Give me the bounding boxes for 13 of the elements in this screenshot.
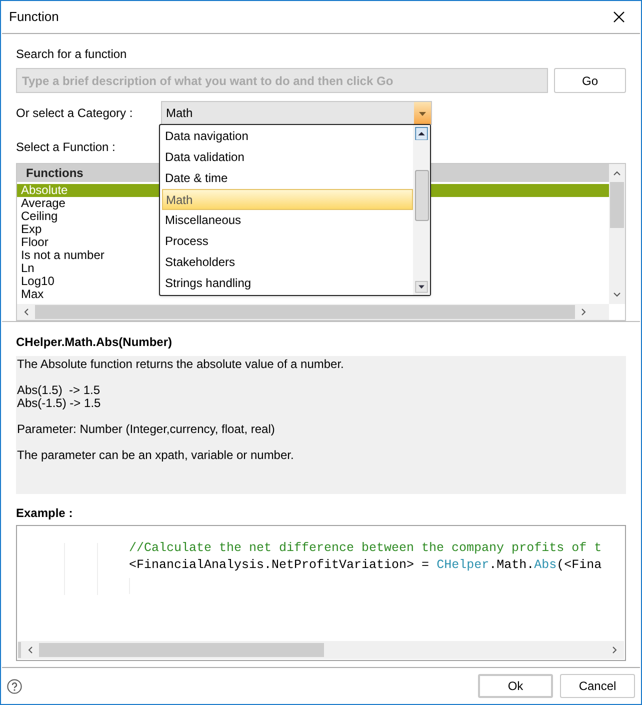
example-label: Example : bbox=[16, 505, 74, 521]
function-signature: CHelper.Math.Abs(Number) bbox=[16, 334, 174, 350]
function-label: Select a Function : bbox=[16, 139, 116, 155]
code-line: <FinancialAnalysis.NetProfitVariation> = CHelper.Math.Abs(<Fina bbox=[129, 557, 603, 574]
code-line: //Calculate the net difference between the company profits of t bbox=[129, 540, 603, 557]
description-text: Abs(-1.5) -> 1.5 bbox=[17, 397, 102, 410]
description-text: Abs(1.5) -> 1.5 bbox=[17, 384, 102, 397]
description-text: Parameter: Number (Integer,currency, float, real) bbox=[17, 423, 276, 436]
window-title: Function bbox=[9, 8, 59, 26]
description-text: The parameter can be an xpath, variable or number. bbox=[17, 449, 295, 462]
category-label: Or select a Category : bbox=[16, 105, 134, 122]
search-label: Search for a function bbox=[16, 46, 128, 62]
description-text: The Absolute function returns the absolute value of a number. bbox=[17, 358, 345, 371]
